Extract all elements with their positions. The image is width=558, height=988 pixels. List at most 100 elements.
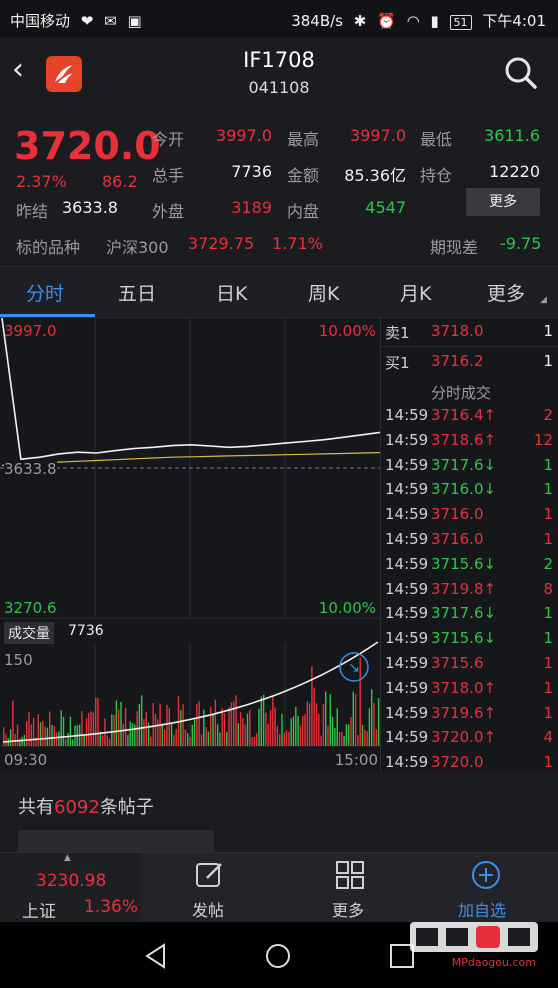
add-watchlist-button[interactable]: 加自选	[420, 853, 558, 923]
volume-bar	[313, 687, 315, 746]
volume-bar	[150, 736, 152, 746]
volume-bar	[267, 723, 269, 746]
low-value: 3611.6	[484, 126, 540, 145]
volume-bar	[276, 726, 279, 746]
status-bar: 中国移动 ❤ ✉ ▣ 384B/s ✱ ⏰ ◠ ▮ 51 下午4:01	[0, 0, 558, 38]
volume-bar	[304, 714, 306, 746]
trade-price: 3718.0↑	[431, 678, 497, 697]
trade-price: 3716.4↑	[431, 406, 497, 424]
trade-price: 3716.0	[431, 505, 484, 524]
carrier-label: 中国移动	[10, 12, 71, 30]
volume-bar	[131, 722, 134, 746]
trade-row: 14:59 3716.0↓ 1	[381, 480, 558, 505]
time-end: 15:00	[334, 751, 378, 769]
tab-monthly-k[interactable]: 月K	[400, 279, 431, 306]
tab-daily-k[interactable]: 日K	[216, 279, 247, 306]
volume-bar	[375, 729, 377, 746]
contract-title: IF1708	[243, 48, 315, 72]
volume-bar	[288, 731, 290, 746]
volume-bar	[299, 725, 302, 746]
open-interest-label: 持仓	[420, 166, 453, 185]
volume-bar	[368, 708, 371, 746]
volume-bar	[164, 729, 166, 746]
clock-time: 下午4:01	[482, 12, 546, 30]
trade-volume: 12	[533, 430, 553, 449]
volume-bar	[306, 701, 308, 746]
trade-volume: 1	[543, 753, 553, 772]
trade-volume: 1	[543, 604, 553, 623]
volume-bar	[322, 704, 325, 746]
volume-bar	[46, 727, 49, 746]
posts-count[interactable]: 共有6092条帖子	[18, 793, 154, 819]
post-button[interactable]: 发帖	[140, 853, 280, 923]
tab-intraday[interactable]: 分时	[26, 279, 64, 306]
volume-bar	[281, 713, 283, 746]
search-icon[interactable]	[504, 56, 538, 94]
volume-bar	[143, 719, 145, 746]
volume-bar	[366, 731, 368, 746]
volume-bar	[219, 732, 221, 746]
index-quote-button[interactable]: ▲ 3230.98 上证 1.36%	[0, 853, 140, 923]
volume-axis-max: 150	[4, 651, 33, 669]
volume-bar	[311, 666, 313, 746]
trade-price: 3720.0↑	[431, 728, 497, 747]
volume-bar	[55, 732, 58, 746]
trade-price: 3715.6↓	[431, 554, 497, 573]
volume-bar	[221, 707, 223, 746]
trade-row: 14:59 3716.0 1	[381, 505, 558, 530]
volume-bar	[122, 723, 124, 746]
trade-volume: 1	[543, 480, 553, 499]
volume-bar	[237, 723, 239, 746]
volume-bar	[345, 724, 348, 746]
zoom-arrow-icon: ↘	[348, 660, 360, 676]
trade-price: 3720.0	[431, 753, 484, 772]
trade-time: 14:59	[385, 678, 429, 697]
alarm-icon: ⏰	[377, 12, 396, 30]
trade-price: 3716.0↓	[431, 480, 497, 499]
volume-bar	[251, 737, 253, 746]
volume-bar	[216, 724, 219, 746]
volume-bar	[244, 724, 246, 746]
underlying-price: 3729.75	[188, 234, 255, 253]
post-filter-tabs[interactable]	[18, 830, 214, 852]
bid-row: 买1 3716.2 1	[381, 352, 558, 377]
volume-bar	[60, 710, 62, 746]
volume-bar	[336, 708, 338, 746]
tab-five-day[interactable]: 五日	[118, 279, 156, 306]
volume-bar	[72, 739, 74, 746]
volume-bar	[320, 735, 322, 746]
volume-bar	[318, 713, 320, 746]
volume-bar	[62, 716, 65, 746]
volume-bar	[127, 734, 129, 746]
order-book: 卖1 3718.0 1 买1 3716.2 1 分时成交 14:59 3716.4…	[380, 318, 558, 773]
more-button[interactable]: 更多	[280, 853, 420, 923]
trade-volume: 8	[543, 579, 553, 598]
posts-number: 6092	[54, 797, 100, 818]
volume-bar	[239, 712, 242, 746]
trade-volume: 4	[543, 728, 553, 747]
volume-value: 7736	[231, 162, 272, 181]
intraday-chart[interactable]: ↘ 3997.0 10.00% 3633.8 3270.6 10.00% 成交量…	[0, 317, 381, 773]
trade-row: 14:59 3715.6 1	[381, 654, 558, 679]
volume-label: 总手	[152, 166, 185, 185]
quote-more-button[interactable]: 更多	[466, 188, 540, 216]
index-name: 上证	[22, 902, 56, 922]
volume-bar	[191, 724, 193, 746]
battery-icon: 51	[449, 15, 472, 30]
volume-bar	[106, 735, 108, 746]
trade-time: 14:59	[385, 604, 429, 623]
ask-label: 卖1	[385, 324, 410, 342]
tab-weekly-k[interactable]: 周K	[308, 279, 339, 306]
volume-bar	[253, 737, 256, 746]
volume-bar	[272, 696, 274, 746]
expand-up-icon: ▲	[64, 853, 71, 863]
volume-bar	[371, 689, 373, 746]
outer-value: 3189	[231, 198, 272, 217]
volume-bar	[97, 697, 99, 746]
trade-price: 3715.6↓	[431, 629, 497, 648]
tab-more[interactable]: 更多	[487, 279, 525, 306]
bluetooth-icon: ✱	[353, 12, 367, 30]
edit-icon	[196, 863, 222, 887]
volume-bar	[14, 733, 16, 746]
trade-time: 14:59	[385, 480, 429, 499]
